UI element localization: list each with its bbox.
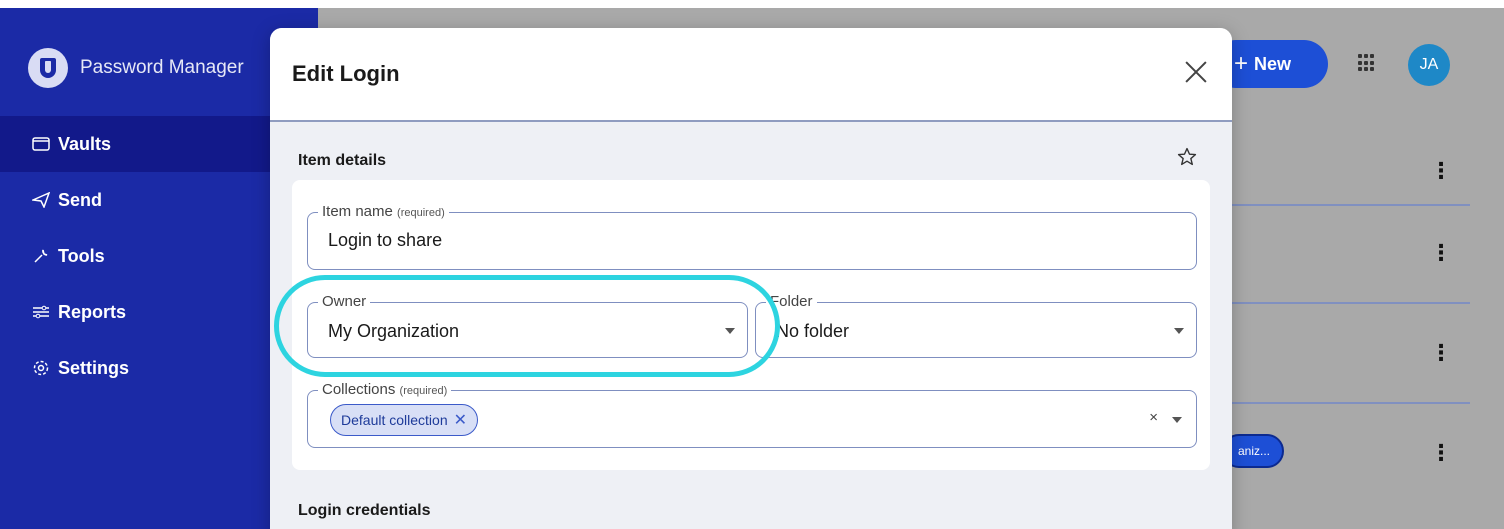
item-name-field[interactable]: Item name (required) Login to share xyxy=(307,203,1197,270)
collection-chip[interactable]: Default collection ✕ xyxy=(330,404,479,436)
app-logo-row[interactable]: Password Manager xyxy=(28,48,244,88)
collections-select[interactable]: Collections (required) Default collectio… xyxy=(307,381,1197,448)
sidebar-item-label: Tools xyxy=(58,245,105,266)
close-icon[interactable] xyxy=(1184,60,1208,84)
item-name-input[interactable]: Login to share xyxy=(328,230,442,251)
vault-icon xyxy=(32,137,50,151)
collections-label: Collections xyxy=(322,381,396,398)
login-credentials-heading: Login credentials xyxy=(298,502,431,519)
star-icon[interactable] xyxy=(1176,146,1198,168)
chevron-down-icon xyxy=(1174,328,1184,334)
sidebar-item-label: Send xyxy=(58,189,103,210)
shield-logo-icon xyxy=(28,48,68,88)
folder-value: No folder xyxy=(776,321,850,341)
plus-icon: + xyxy=(1234,50,1249,77)
dialog-title: Edit Login xyxy=(292,61,400,86)
row-divider xyxy=(1232,204,1470,206)
wrench-icon xyxy=(32,247,50,265)
collection-chip-label: Default collection xyxy=(341,412,448,428)
owner-highlight-annotation xyxy=(274,275,780,377)
dialog-header: Edit Login xyxy=(270,28,1232,122)
row-menu-icon[interactable]: ⋮ xyxy=(1430,160,1452,182)
row-menu-icon[interactable]: ⋮ xyxy=(1430,442,1452,464)
item-name-required-note: (required) xyxy=(397,207,445,219)
app-title: Password Manager xyxy=(80,57,244,78)
send-icon xyxy=(32,192,50,208)
folder-select[interactable]: Folder No folder xyxy=(755,293,1197,358)
clear-selection-icon[interactable]: × xyxy=(1149,409,1158,426)
sliders-icon xyxy=(32,305,50,319)
row-divider xyxy=(1232,302,1470,304)
item-details-heading: Item details xyxy=(298,152,387,169)
row-menu-icon[interactable]: ⋮ xyxy=(1430,342,1452,364)
sidebar-item-label: Vaults xyxy=(58,133,112,154)
avatar[interactable]: JA xyxy=(1408,44,1450,86)
chevron-down-icon[interactable] xyxy=(1172,417,1182,423)
sidebar-item-label: Settings xyxy=(58,357,130,378)
remove-chip-icon[interactable]: ✕ xyxy=(454,410,467,430)
collections-required-note: (required) xyxy=(399,385,448,397)
gear-icon xyxy=(32,359,50,377)
top-strip xyxy=(0,0,1504,8)
row-divider xyxy=(1232,402,1470,404)
item-name-label: Item name xyxy=(322,203,393,220)
row-menu-icon[interactable]: ⋮ xyxy=(1430,242,1452,264)
new-button-label: New xyxy=(1254,53,1292,74)
sidebar-item-label: Reports xyxy=(58,301,127,322)
app-switcher-grid-icon[interactable] xyxy=(1358,54,1376,72)
